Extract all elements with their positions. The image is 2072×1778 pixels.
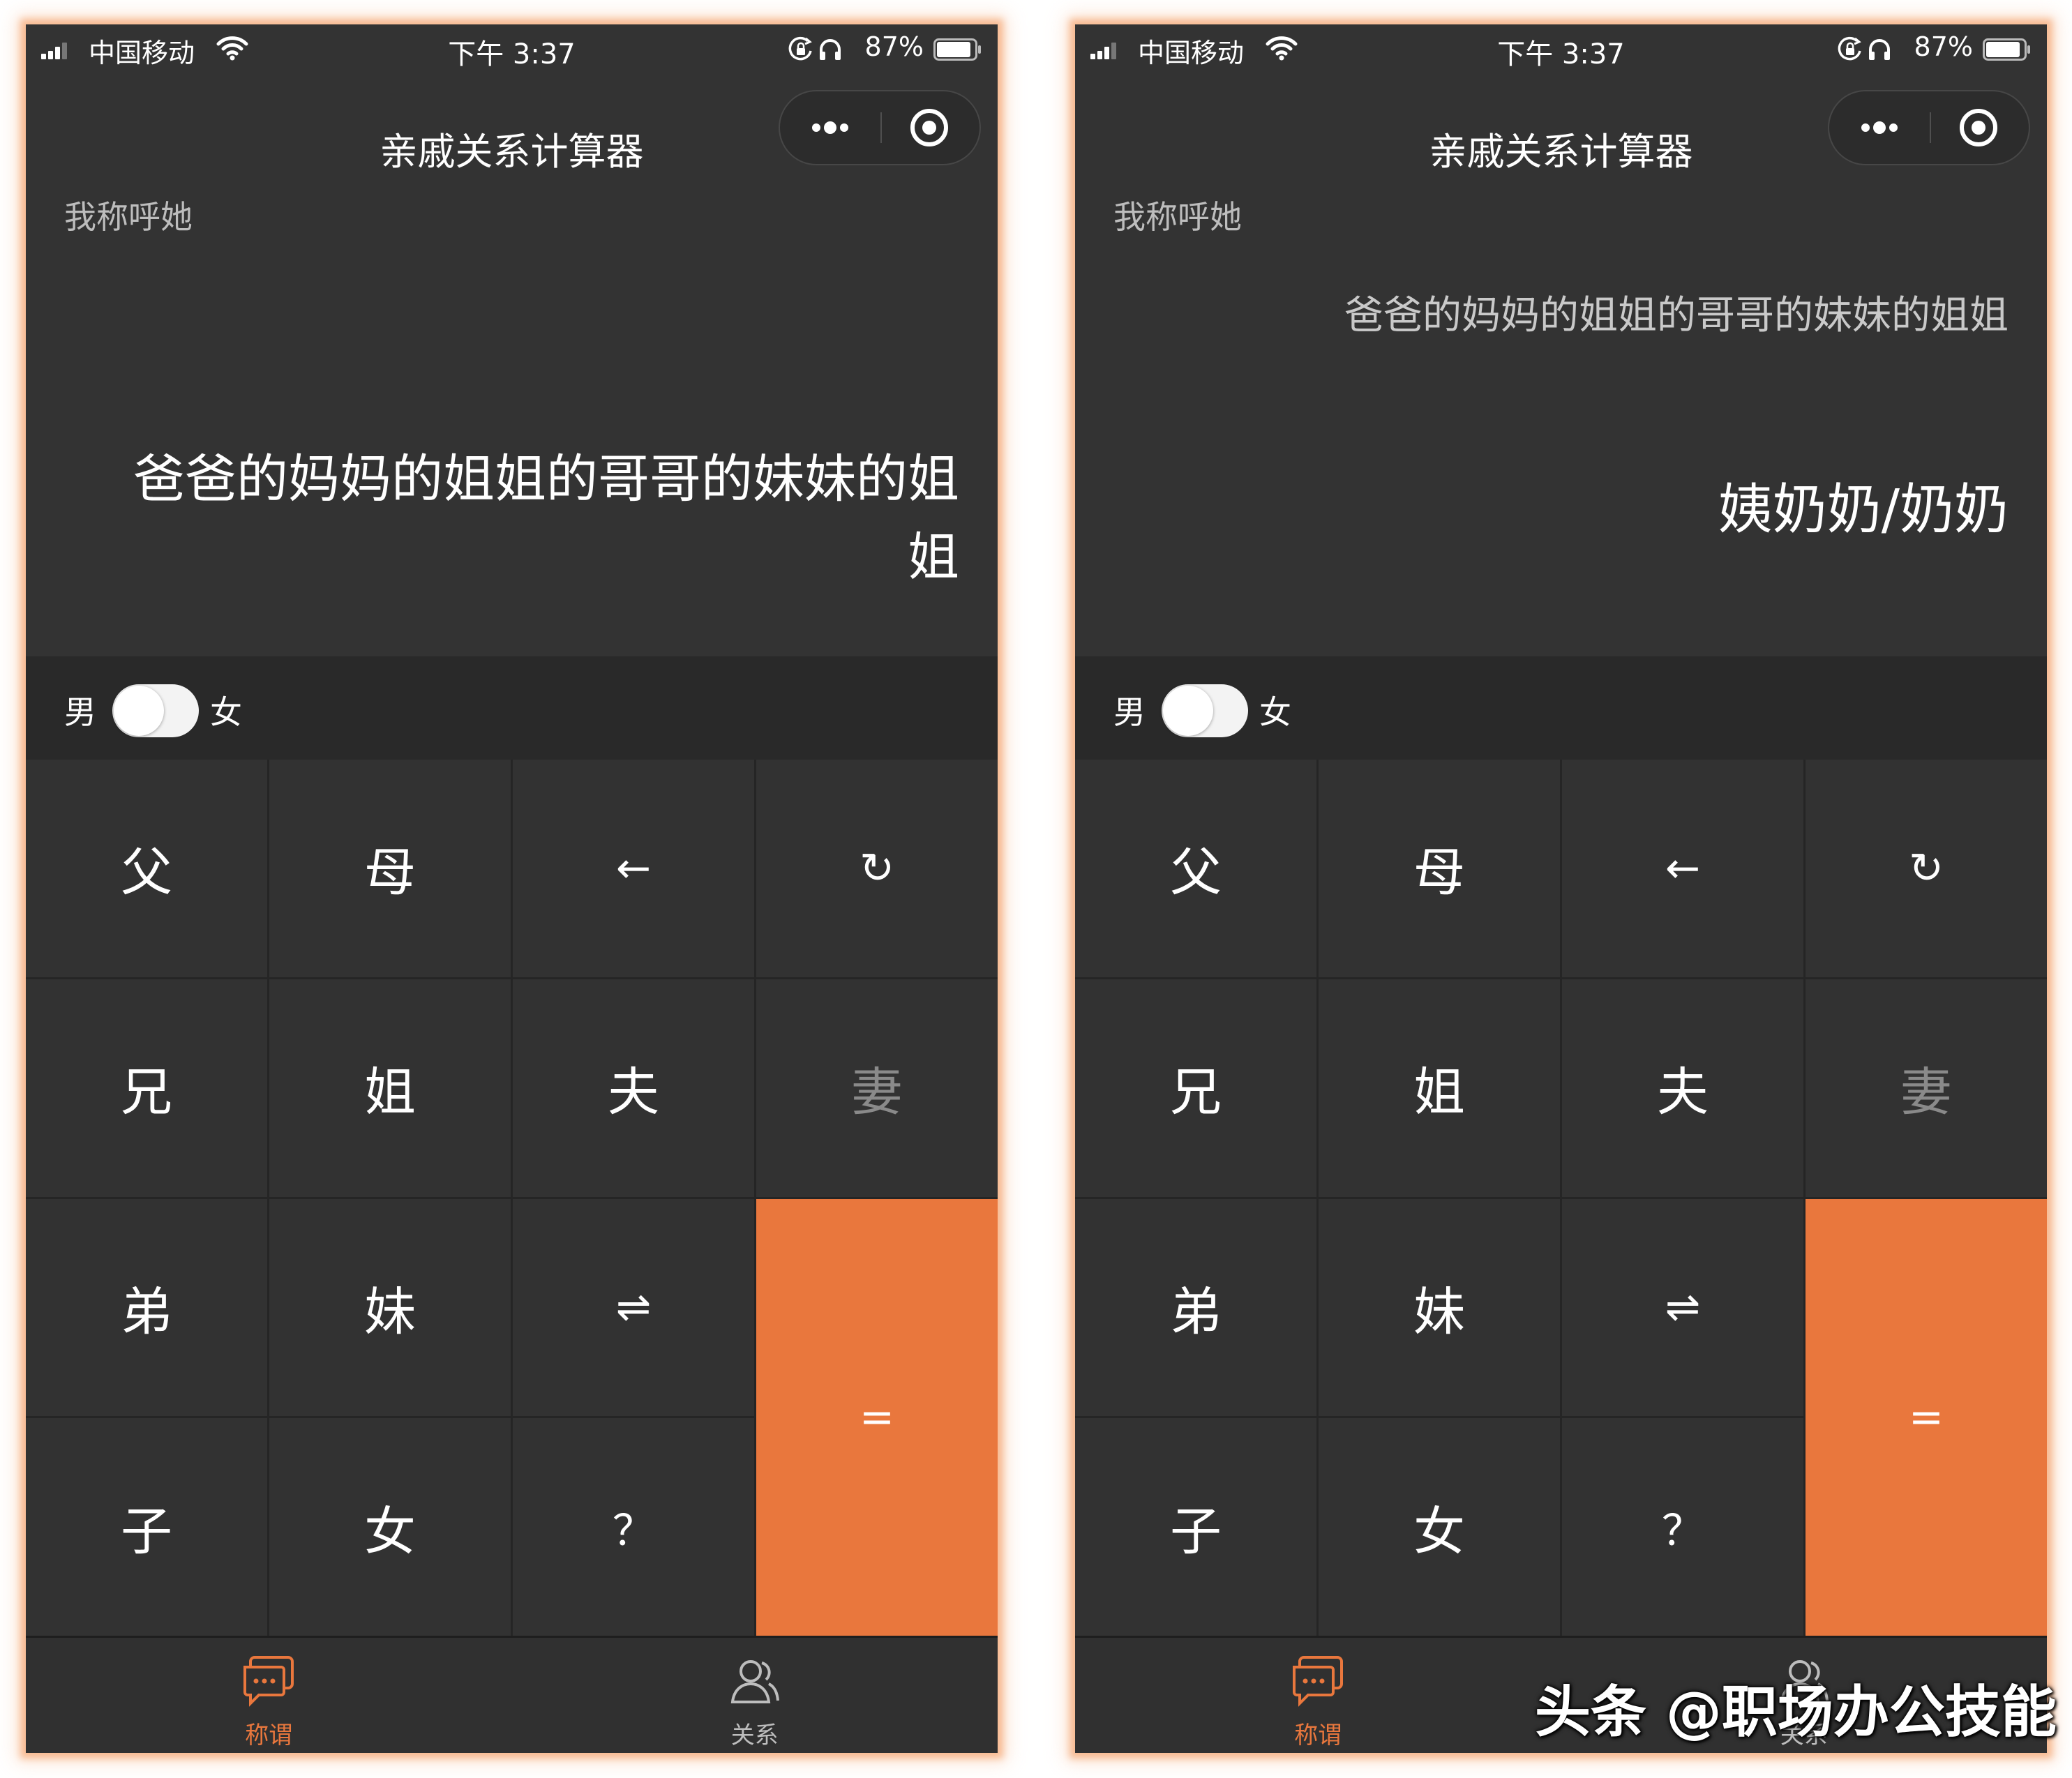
tab-appellation[interactable]: 称谓 [1075,1638,1561,1753]
key-wife: 妻 [756,979,998,1197]
miniprogram-capsule [779,90,981,165]
status-bar: 中国移动 下午 3:37 87% [1075,24,2047,73]
expression-input: 爸爸的妈妈的姐姐的哥哥的妹妹的姐姐 [133,449,959,587]
keypad: 父 母 ← ↻ 兄 姐 夫 妻 弟 妹 ⇌ = 子 女 ？ [26,760,998,1636]
key-reset[interactable]: ↻ [756,760,998,977]
key-younger-brother[interactable]: 弟 [26,1198,267,1417]
phone-screen-input: 中国移动 下午 3:37 87% 亲戚关系计算器 我称呼她 爸爸的妈妈的姐姐的哥… [26,24,998,1753]
key-swap[interactable]: ⇌ [1562,1198,1803,1417]
key-backspace[interactable]: ← [1562,760,1803,977]
key-younger-brother[interactable]: 弟 [1075,1198,1316,1417]
key-father[interactable]: 父 [1075,760,1316,977]
tab-relationship[interactable]: 关系 [512,1638,998,1753]
close-icon[interactable] [882,91,979,164]
phone-screen-result: 中国移动 下午 3:37 87% 亲戚关系计算器 我称呼她 爸爸的妈妈的姐姐的哥… [1075,24,2047,1753]
key-son[interactable]: 子 [1075,1418,1316,1636]
key-swap[interactable]: ⇌ [513,1198,754,1417]
tab-bar: 称谓 关系 [26,1636,998,1753]
toggle-knob [114,686,164,736]
key-wife: 妻 [1806,979,2047,1197]
battery-percent: 87% [864,31,924,62]
key-reset[interactable]: ↻ [1806,760,2047,977]
miniprogram-capsule [1828,90,2030,165]
expression-display: 爸爸的妈妈的姐姐的哥哥的妹妹的姐姐 [1344,293,2009,338]
key-husband[interactable]: 夫 [513,979,754,1197]
male-label: 男 [1113,693,1146,731]
key-elder-sister[interactable]: 姐 [1319,979,1560,1197]
tab-label: 称谓 [1294,1722,1342,1749]
status-time: 下午 3:37 [1497,38,1625,70]
headphones-icon [1869,39,1890,60]
key-question[interactable]: ？ [1562,1418,1803,1636]
more-icon[interactable] [780,91,880,164]
chat-icon [1293,1656,1344,1707]
battery-percent: 87% [1914,31,1973,62]
gender-switch-bar: 男 女 [1075,656,2047,760]
close-icon[interactable] [1931,91,2029,164]
equals-button[interactable]: = [1806,1198,2047,1636]
tab-label: 关系 [730,1722,779,1749]
keypad: 父 母 ← ↻ 兄 姐 夫 妻 弟 妹 ⇌ = 子 女 ？ [1075,760,2047,1636]
key-mother[interactable]: 母 [1319,760,1560,977]
tab-label: 称谓 [245,1722,293,1749]
tab-appellation[interactable]: 称谓 [26,1638,512,1753]
battery-icon [933,38,981,61]
key-elder-brother[interactable]: 兄 [26,979,267,1197]
key-question[interactable]: ？ [513,1418,754,1636]
female-label: 女 [210,693,242,731]
more-icon[interactable] [1829,91,1930,164]
toggle-knob [1163,686,1213,736]
people-icon [730,1660,779,1703]
key-mother[interactable]: 母 [269,760,511,977]
chat-icon [243,1656,294,1707]
result-display: 姨奶奶/奶奶 [1718,479,2009,541]
gender-toggle[interactable] [112,684,199,737]
key-elder-brother[interactable]: 兄 [1075,979,1316,1197]
key-younger-sister[interactable]: 妹 [269,1198,511,1417]
status-time: 下午 3:37 [448,38,576,70]
key-daughter[interactable]: 女 [269,1418,511,1636]
rotation-lock-icon [788,36,812,61]
key-younger-sister[interactable]: 妹 [1319,1198,1560,1417]
key-husband[interactable]: 夫 [1562,979,1803,1197]
male-label: 男 [64,693,96,731]
equals-button[interactable]: = [756,1198,998,1636]
watermark: 头条 @职场办公技能 [1535,1680,2057,1745]
key-elder-sister[interactable]: 姐 [269,979,511,1197]
gender-switch-bar: 男 女 [26,656,998,760]
gender-toggle[interactable] [1162,684,1248,737]
female-label: 女 [1259,693,1291,731]
key-daughter[interactable]: 女 [1319,1418,1560,1636]
battery-icon [1983,38,2030,61]
key-backspace[interactable]: ← [513,760,754,977]
rotation-lock-icon [1838,36,1861,61]
status-bar: 中国移动 下午 3:37 87% [26,24,998,73]
prompt-label: 我称呼她 [64,198,193,236]
prompt-label: 我称呼她 [1113,198,1242,236]
key-father[interactable]: 父 [26,760,267,977]
headphones-icon [820,39,841,60]
key-son[interactable]: 子 [26,1418,267,1636]
